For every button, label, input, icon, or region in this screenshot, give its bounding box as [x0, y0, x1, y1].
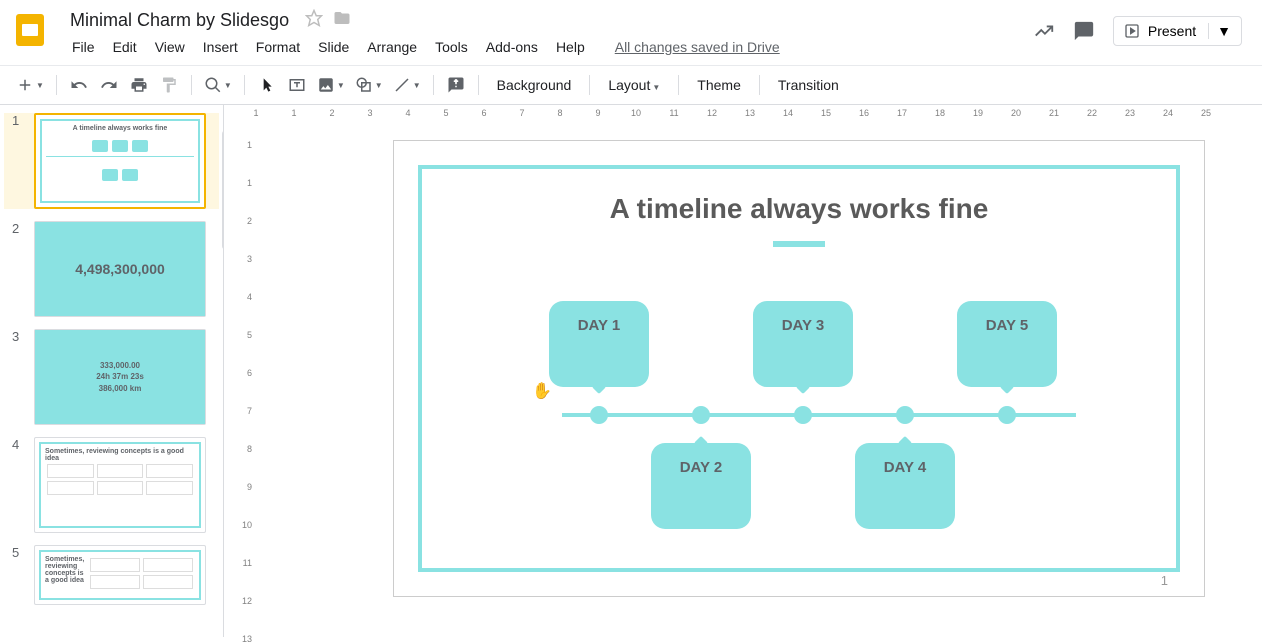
thumb-title: A timeline always works fine	[73, 125, 168, 132]
timeline-bubble-day1[interactable]: DAY 1	[549, 301, 649, 387]
slide-thumbnail-3[interactable]: 333,000.00 24h 37m 23s 386,000 km	[34, 329, 206, 425]
bubble-label: DAY 2	[680, 459, 723, 476]
timeline-bubble-day2[interactable]: DAY 2	[651, 443, 751, 529]
timeline-bubble-day3[interactable]: DAY 3	[753, 301, 853, 387]
new-slide-button[interactable]: ▼	[12, 71, 48, 99]
timeline-dot[interactable]	[794, 406, 812, 424]
thumb-row: 5 Sometimes, reviewing concepts is a goo…	[4, 545, 219, 605]
menu-bar: File Edit View Insert Format Slide Arran…	[64, 35, 1021, 59]
thumb-heading: Sometimes, reviewing concepts is a good …	[45, 556, 84, 584]
timeline-bubble-day4[interactable]: DAY 4	[855, 443, 955, 529]
ruler-vertical: 112345678910111213	[232, 129, 256, 637]
saved-status[interactable]: All changes saved in Drive	[607, 35, 788, 59]
slide-thumbnail-2[interactable]: 4,498,300,000	[34, 221, 206, 317]
thumb-heading: Sometimes, reviewing concepts is a good …	[45, 448, 195, 462]
present-dropdown-icon[interactable]: ▼	[1208, 23, 1231, 39]
select-tool[interactable]	[253, 71, 281, 99]
canvas-area[interactable]: A timeline always works fine DAY 1 DAY 3…	[394, 141, 1204, 596]
menu-addons[interactable]: Add-ons	[478, 35, 546, 59]
separator	[759, 75, 760, 95]
timeline-dot[interactable]	[998, 406, 1016, 424]
timeline-bubble-day5[interactable]: DAY 5	[957, 301, 1057, 387]
main: 1 A timeline always works fine 2 4,498,3…	[0, 105, 1262, 637]
menu-file[interactable]: File	[64, 35, 103, 59]
separator	[191, 75, 192, 95]
comment-tool[interactable]	[442, 71, 470, 99]
bubble-label: DAY 1	[578, 317, 621, 334]
thumb-stat: 333,000.00	[100, 360, 140, 371]
background-button[interactable]: Background	[487, 77, 582, 93]
thumb-row: 4 Sometimes, reviewing concepts is a goo…	[4, 437, 219, 533]
timeline-line[interactable]	[562, 413, 1076, 417]
title-underline	[773, 241, 825, 247]
menu-help[interactable]: Help	[548, 35, 593, 59]
slide-thumbnail-4[interactable]: Sometimes, reviewing concepts is a good …	[34, 437, 206, 533]
separator	[433, 75, 434, 95]
title-area: Minimal Charm by Slidesgo File Edit View…	[64, 8, 1021, 59]
bubble-label: DAY 3	[782, 317, 825, 334]
separator	[244, 75, 245, 95]
thumb-stat: 386,000 km	[99, 383, 142, 394]
header: Minimal Charm by Slidesgo File Edit View…	[0, 0, 1262, 59]
thumb-number: 4	[12, 437, 28, 533]
zoom-button[interactable]: ▼	[200, 71, 236, 99]
undo-button[interactable]	[65, 71, 93, 99]
transition-button[interactable]: Transition	[768, 77, 849, 93]
menu-view[interactable]: View	[147, 35, 193, 59]
textbox-tool[interactable]	[283, 71, 311, 99]
separator	[56, 75, 57, 95]
paint-format-button[interactable]	[155, 71, 183, 99]
separator	[478, 75, 479, 95]
print-button[interactable]	[125, 71, 153, 99]
slide-thumbnail-5[interactable]: Sometimes, reviewing concepts is a good …	[34, 545, 206, 605]
menu-edit[interactable]: Edit	[105, 35, 145, 59]
image-tool[interactable]: ▼	[313, 71, 349, 99]
slide-title[interactable]: A timeline always works fine	[394, 193, 1204, 225]
layout-button[interactable]: Layout▼	[598, 77, 670, 93]
present-label: Present	[1148, 23, 1196, 39]
menu-arrange[interactable]: Arrange	[359, 35, 425, 59]
thumb-number: 1	[12, 113, 28, 209]
slide-thumbnail-1[interactable]: A timeline always works fine	[34, 113, 206, 209]
menu-insert[interactable]: Insert	[195, 35, 246, 59]
document-title[interactable]: Minimal Charm by Slidesgo	[64, 8, 295, 33]
shape-tool[interactable]: ▼	[351, 71, 387, 99]
bubble-label: DAY 5	[986, 317, 1029, 334]
timeline-dot[interactable]	[590, 406, 608, 424]
thumb-number: 5	[12, 545, 28, 605]
theme-button[interactable]: Theme	[687, 77, 751, 93]
slides-logo-icon[interactable]	[12, 8, 52, 48]
thumb-row: 2 4,498,300,000	[4, 221, 219, 317]
thumb-stat: 24h 37m 23s	[96, 371, 144, 382]
header-right: Present ▼	[1033, 8, 1250, 46]
grab-cursor-icon: ✋	[532, 381, 552, 401]
comment-icon[interactable]	[1073, 20, 1095, 42]
thumb-row: 1 A timeline always works fine	[4, 113, 219, 209]
slide-canvas[interactable]: A timeline always works fine DAY 1 DAY 3…	[394, 141, 1204, 596]
timeline-dot[interactable]	[896, 406, 914, 424]
line-tool[interactable]: ▼	[389, 71, 425, 99]
menu-tools[interactable]: Tools	[427, 35, 476, 59]
separator	[589, 75, 590, 95]
filmstrip: 1 A timeline always works fine 2 4,498,3…	[0, 105, 224, 637]
separator	[678, 75, 679, 95]
thumb-big-number: 4,498,300,000	[75, 261, 165, 277]
menu-slide[interactable]: Slide	[310, 35, 357, 59]
thumb-number: 3	[12, 329, 28, 425]
workarea: 1123456789101112131415161718192021222324…	[224, 105, 1262, 637]
present-button[interactable]: Present ▼	[1113, 16, 1242, 46]
activity-icon[interactable]	[1033, 20, 1055, 42]
ruler-horizontal: 1123456789101112131415161718192021222324…	[256, 105, 1254, 123]
layout-label: Layout	[608, 77, 650, 93]
thumb-row: 3 333,000.00 24h 37m 23s 386,000 km	[4, 329, 219, 425]
bubble-label: DAY 4	[884, 459, 927, 476]
toolbar: ▼ ▼ ▼ ▼ ▼ Background Layout▼ Theme Trans…	[0, 65, 1262, 105]
redo-button[interactable]	[95, 71, 123, 99]
menu-format[interactable]: Format	[248, 35, 308, 59]
thumb-number: 2	[12, 221, 28, 317]
page-number: 1	[1161, 573, 1168, 588]
timeline-dot[interactable]	[692, 406, 710, 424]
star-icon[interactable]	[305, 9, 323, 32]
folder-icon[interactable]	[333, 9, 351, 32]
